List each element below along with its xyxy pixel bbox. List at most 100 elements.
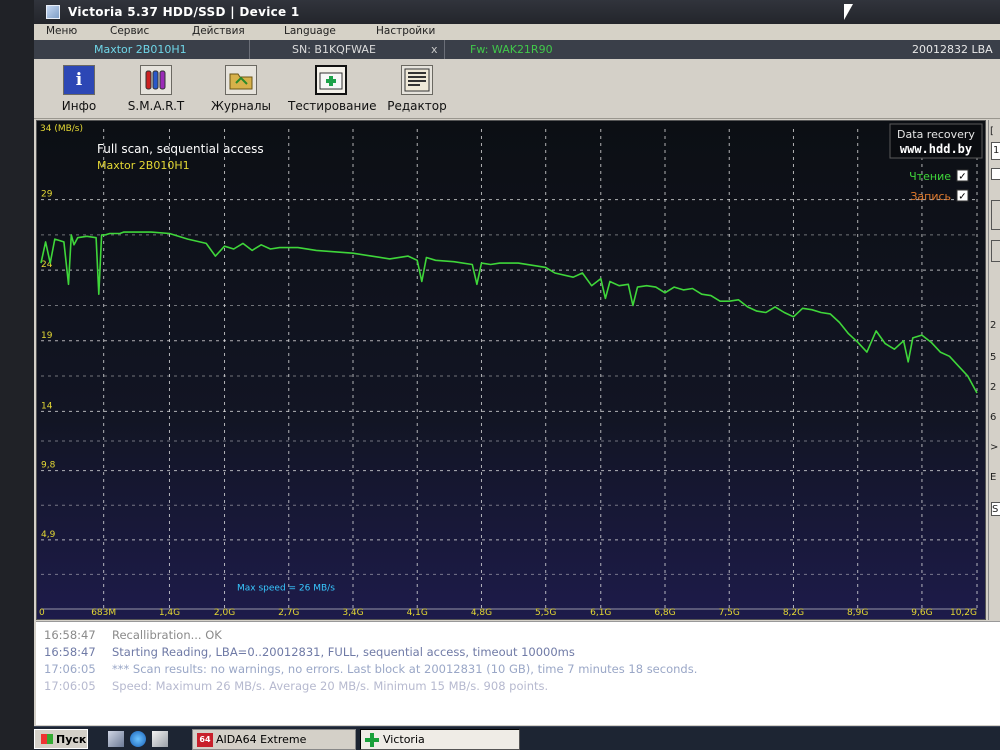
y-tick-label: 4,9 bbox=[41, 530, 56, 540]
divider bbox=[249, 40, 250, 59]
windows-flag-icon bbox=[41, 734, 53, 744]
menu-bar: Меню Сервис Действия Language Настройки bbox=[34, 24, 1000, 40]
smart-label: S.M.A.R.T bbox=[127, 99, 185, 113]
x-tick-label: 5,5G bbox=[535, 608, 556, 618]
start-label: Пуск bbox=[56, 732, 87, 746]
binary-editor-icon bbox=[401, 65, 433, 95]
x-tick-label: 1,4G bbox=[159, 608, 180, 618]
graph-title: Full scan, sequential access bbox=[97, 142, 264, 156]
victoria-window: Victoria 5.37 HDD/SSD | Device 1 Меню Се… bbox=[34, 0, 1000, 750]
device-model[interactable]: Maxtor 2B010H1 bbox=[94, 42, 187, 57]
first-aid-kit-icon bbox=[315, 65, 347, 95]
y-tick-label: 19 bbox=[41, 331, 53, 341]
x-tick-label: 6,8G bbox=[654, 608, 675, 618]
smart-test-tubes-icon bbox=[140, 65, 172, 95]
start-button[interactable]: Пуск bbox=[34, 729, 88, 749]
menu-item-actions[interactable]: Действия bbox=[192, 25, 245, 37]
device-firmware: Fw: WAK21R90 bbox=[470, 43, 553, 56]
window-title: Victoria 5.37 HDD/SSD | Device 1 bbox=[68, 5, 300, 19]
info-icon: i bbox=[63, 65, 95, 95]
taskbar-aida64[interactable]: 64 AIDA64 Extreme bbox=[192, 729, 356, 750]
divider bbox=[444, 40, 445, 59]
x-tick-label: 10,2G bbox=[950, 608, 977, 618]
x-tick-label: 4,8G bbox=[471, 608, 492, 618]
log-time: 17:06:05 bbox=[44, 662, 96, 676]
x-tick-label: 2,0G bbox=[214, 608, 235, 618]
legend-write-label: Запись bbox=[910, 190, 951, 203]
max-speed-annotation: Max speed = 26 MB/s bbox=[237, 584, 335, 594]
editor-button[interactable]: Редактор bbox=[378, 63, 456, 117]
right-panel-text: [ bbox=[990, 126, 994, 137]
log-message: Speed: Maximum 26 MB/s. Average 20 MB/s.… bbox=[112, 679, 549, 693]
right-panel-text: > bbox=[990, 442, 999, 453]
log-time: 17:06:05 bbox=[44, 679, 96, 693]
taskbar-aida64-label: AIDA64 Extreme bbox=[216, 733, 307, 746]
y-tick-label: 14 bbox=[41, 401, 53, 411]
right-panel-text: 2 bbox=[990, 382, 997, 393]
speed-graph: 34 (MB/s) 29 24 19 14 9,8 4,9 0 683M 1,4G 2,0G 2,7G… bbox=[36, 120, 986, 620]
victoria-icon bbox=[365, 732, 379, 747]
serial-close-icon[interactable]: x bbox=[431, 42, 438, 57]
x-tick-label: 3,4G bbox=[342, 608, 363, 618]
journals-label: Журналы bbox=[211, 99, 271, 113]
info-button[interactable]: i Инфо bbox=[40, 63, 118, 117]
right-panel-checkbox[interactable] bbox=[991, 168, 1000, 180]
right-panel-text: 6 bbox=[990, 412, 997, 423]
log-time: 16:58:47 bbox=[44, 628, 96, 642]
brand-line-2: www.hdd.by bbox=[900, 142, 972, 156]
mouse-cursor-icon bbox=[844, 4, 853, 20]
brand-line-1: Data recovery bbox=[897, 128, 975, 141]
testing-button[interactable]: Тестирование bbox=[288, 63, 377, 117]
menu-item-main[interactable]: Меню bbox=[46, 25, 77, 37]
legend-read-check-icon: ✓ bbox=[958, 172, 966, 183]
right-panel-text: 5 bbox=[990, 352, 997, 363]
graph-subtitle: Maxtor 2B010H1 bbox=[97, 159, 190, 172]
show-desktop-icon[interactable] bbox=[152, 731, 168, 747]
log-row: 17:06:05 Speed: Maximum 26 MB/s. Average … bbox=[44, 679, 548, 695]
menu-item-settings[interactable]: Настройки bbox=[376, 25, 435, 37]
log-message: Starting Reading, LBA=0..20012831, FULL,… bbox=[112, 645, 575, 659]
taskbar-victoria[interactable]: Victoria bbox=[360, 729, 520, 750]
legend-read-label: Чтение bbox=[909, 170, 951, 183]
info-label: Инфо bbox=[61, 99, 97, 113]
x-tick-label: 0 bbox=[39, 608, 45, 618]
log-time: 16:58:47 bbox=[44, 645, 96, 659]
x-tick-label: 6,1G bbox=[590, 608, 611, 618]
legend-write-check-icon: ✓ bbox=[958, 192, 966, 203]
x-tick-label: 4,1G bbox=[407, 608, 428, 618]
right-panel-button[interactable] bbox=[991, 200, 1000, 230]
x-tick-label: 9,6G bbox=[911, 608, 932, 618]
x-tick-label: 2,7G bbox=[278, 608, 299, 618]
right-side-panel: [ 1 2 5 2 6 > E S bbox=[988, 120, 1000, 620]
folder-icon bbox=[225, 65, 257, 95]
right-panel-button[interactable] bbox=[991, 240, 1000, 262]
device-info-bar: Maxtor 2B010H1 SN: B1KQFWAE x Fw: WAK21R… bbox=[34, 40, 1000, 59]
device-serial: SN: B1KQFWAE bbox=[292, 43, 376, 56]
log-message: *** Scan results: no warnings, no errors… bbox=[112, 662, 698, 676]
right-panel-text: E bbox=[990, 472, 997, 483]
menu-item-service[interactable]: Сервис bbox=[110, 25, 149, 37]
journals-button[interactable]: Журналы bbox=[202, 63, 280, 117]
taskbar-victoria-label: Victoria bbox=[383, 733, 425, 746]
graph-background bbox=[37, 121, 985, 619]
x-tick-label: 8,9G bbox=[847, 608, 868, 618]
aida64-icon: 64 bbox=[197, 732, 213, 747]
quick-launch-tools-icon[interactable] bbox=[108, 731, 124, 747]
testing-label: Тестирование bbox=[288, 99, 377, 113]
app-icon bbox=[46, 5, 60, 19]
editor-label: Редактор bbox=[387, 99, 447, 113]
right-panel-text: 2 bbox=[990, 320, 997, 331]
internet-explorer-icon[interactable] bbox=[130, 731, 146, 747]
toolbar: i Инфо S.M.A.R.T Журналы Тестирование Ре… bbox=[34, 59, 1000, 119]
log-row: 16:58:47 Starting Reading, LBA=0..2001283… bbox=[44, 645, 575, 661]
x-tick-label: 683M bbox=[91, 608, 116, 618]
title-bar[interactable]: Victoria 5.37 HDD/SSD | Device 1 bbox=[34, 0, 1000, 24]
event-log: 16:58:47 Recallibration... OK 16:58:47 Sta… bbox=[36, 621, 1000, 725]
log-row: 16:58:47 Recallibration... OK bbox=[44, 628, 222, 644]
menu-item-language[interactable]: Language bbox=[284, 25, 336, 37]
smart-button[interactable]: S.M.A.R.T bbox=[117, 63, 195, 117]
y-tick-label: 29 bbox=[41, 190, 53, 200]
taskbar: Пуск 64 AIDA64 Extreme Victoria bbox=[34, 726, 1000, 750]
y-axis-unit-label: 34 (MB/s) bbox=[40, 124, 83, 134]
right-panel-text: S bbox=[992, 504, 999, 515]
